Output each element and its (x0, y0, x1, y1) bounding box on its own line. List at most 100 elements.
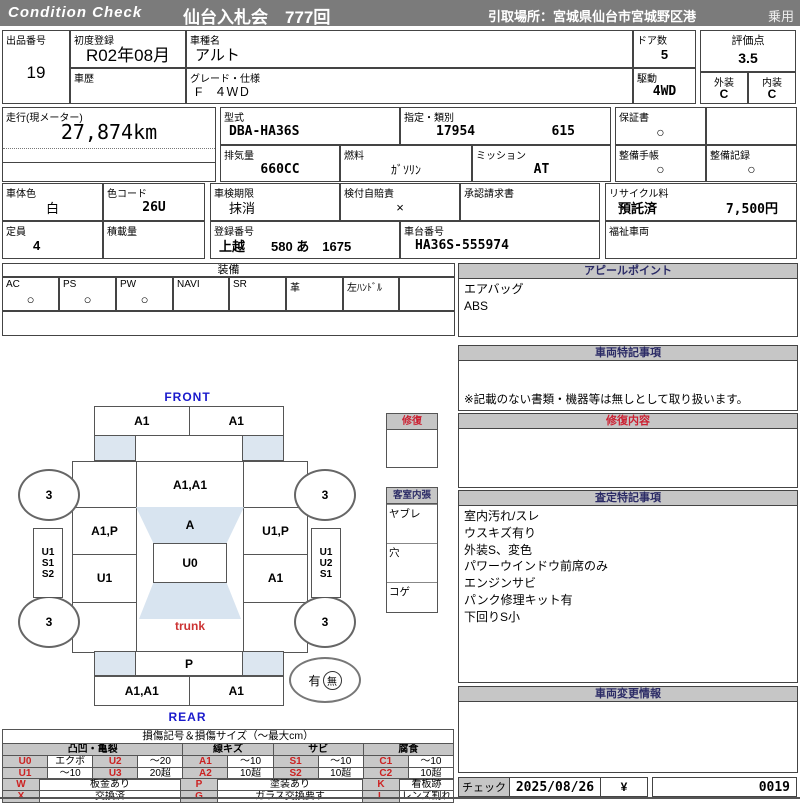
capacity-value: 4 (33, 238, 41, 253)
drive-cell: 駆動 4WD (633, 68, 696, 104)
inspection-cell: 車検期限 抹消 (210, 183, 340, 221)
right-sill-marks: U1 U2 S1 (311, 528, 341, 598)
equipment-navi-value (174, 289, 228, 310)
divider (244, 602, 307, 603)
legend-code: A1 (182, 755, 229, 768)
pickup-location: 引取場所：宮城県仙台市宮城野区港 (488, 9, 697, 24)
legend-desc: 〜10 (227, 755, 274, 768)
divider (73, 602, 136, 603)
appeal-points-text: エアバッグ ABS (464, 282, 524, 313)
assessment-notes-title: 査定特記事項 (459, 491, 797, 506)
cabin-item-burn: コゲ (387, 582, 437, 611)
displacement-value: 660CC (260, 161, 300, 177)
legend-code: U2 (92, 755, 139, 768)
equipment-empty-row (2, 311, 455, 336)
change-info-panel: 車両変更情報 (458, 686, 798, 773)
divider (3, 162, 215, 163)
welfare-vehicle-value (606, 233, 796, 258)
legend-desc: 〜10 (407, 755, 455, 768)
vehicle-category: 乗用 (767, 9, 794, 24)
legend-group-rust: サビ (272, 743, 364, 756)
equipment-ps-cell: PS ○ (59, 277, 116, 311)
check-date: 2025/08/26 (515, 779, 595, 795)
auction-title: 仙台入札会 777回 (183, 8, 331, 27)
check-label: チェック (459, 778, 510, 796)
front-label: FRONT (164, 390, 211, 404)
currency-mark: ¥ (600, 778, 647, 796)
divider (3, 148, 215, 149)
exhibit-number-cell: 出品番号 19 (2, 30, 70, 104)
displacement-cell: 排気量 660CC (220, 145, 340, 182)
vehicle-notes-panel: 車両特記事項 ※記載のない書類・機器等は無しとして取り扱います。 (458, 345, 798, 411)
rear-bumper-right-mark: A1 (228, 684, 244, 698)
legend-code: S1 (272, 755, 319, 768)
drive-value: 4WD (652, 84, 677, 99)
color-code-value: 26U (142, 200, 166, 215)
rear-right-corner-highlight (242, 651, 284, 676)
registration-number-value: 上越 580 あ 1675 (219, 239, 352, 254)
legend-code: K (362, 778, 400, 791)
score-value: 3.5 (738, 49, 758, 66)
repair-flag-title: 修復 (387, 414, 437, 430)
doors-cell: ドア数 5 (633, 30, 696, 68)
model-code-value: DBA-HA36S (229, 124, 300, 139)
equipment-title: 装備 (2, 263, 455, 277)
exterior-grade-cell: 外装 C (700, 72, 748, 104)
legend-code: C1 (362, 755, 409, 768)
type-class-cell: 指定・類別 17954 615 (400, 107, 611, 145)
class-number-value: 615 (551, 124, 575, 139)
equipment-ac-cell: AC ○ (2, 277, 59, 311)
approval-request-cell: 承認請求書 (460, 183, 600, 221)
equipment-leather-cell: 革 (286, 277, 343, 311)
repair-content-text (459, 429, 797, 487)
model-name-cell: 車種名 アルト (186, 30, 633, 68)
equipment-sr-cell: SR (229, 277, 286, 311)
recycle-fee-cell: リサイクル料 預託済 7,500円 (605, 183, 797, 221)
score-cell: 評価点 3.5 (700, 30, 796, 72)
equipment-ps-circle-mark: ○ (83, 292, 92, 307)
history-value (71, 80, 185, 103)
rear-bumper-left-mark: A1,A1 (95, 677, 190, 705)
vehicle-notes-text: ※記載のない書類・機器等は無しとして取り扱います。 (464, 393, 749, 406)
cabin-lining-title: 客室内張 (387, 488, 437, 504)
left-sill-marks: U1 S1 S2 (33, 528, 63, 598)
repair-content-panel: 修復内容 (458, 413, 798, 488)
grade-value: F ４ＷＤ (195, 85, 251, 99)
equipment-leather-value (287, 289, 342, 310)
title-bar: Condition Check 仙台入札会 777回 引取場所：宮城県仙台市宮城… (0, 0, 800, 27)
warranty-circle-mark: ○ (656, 123, 665, 140)
history-cell: 車歴 (70, 68, 186, 104)
capacity-cell: 定員 4 (2, 221, 103, 259)
repair-code-table: W 板金あり P 塗装あり K 看板跡 X 交換済 G ガラス交換要す L レン… (2, 778, 454, 803)
damage-legend-table: 損傷記号＆損傷サイズ（〜最大cm） 凸凹・亀裂 線キズ サビ 腐食 U0 エクボ… (1, 729, 455, 780)
brand-logo: Condition Check (8, 4, 143, 21)
legend-desc: 〜20 (137, 755, 184, 768)
repair-flag-box: 修復 (386, 413, 438, 468)
doors-value: 5 (660, 47, 669, 62)
cabin-item-hole: 穴 (387, 543, 437, 582)
legend-group-dent: 凸凹・亀裂 (1, 743, 184, 756)
warranty-cell: 保証書 ○ (615, 107, 706, 145)
insurance-cell: 検付自賠責 × (340, 183, 460, 221)
registration-number-cell: 登録番号 上越 580 あ 1675 (210, 221, 400, 259)
wheel-front-right: 3 (294, 469, 356, 521)
legend-group-scratch: 線キズ (182, 743, 274, 756)
cabin-lining-box: 客室内張 ヤブレ 穴 コゲ (386, 487, 438, 613)
load-capacity-value (104, 233, 204, 258)
windshield-mark: A (136, 507, 244, 543)
equipment-pw-cell: PW ○ (116, 277, 173, 311)
appeal-points-panel: アピールポイント エアバッグ ABS (458, 263, 798, 337)
mileage-value: 27,874km (60, 120, 158, 144)
fuel-cell: 燃料 ｶﾞｿﾘﾝ (340, 145, 472, 182)
front-left-corner-highlight (94, 435, 136, 461)
model-name-value: アルト (195, 47, 240, 64)
left-fender-mark: A1,P (91, 523, 118, 538)
rear-window (139, 583, 241, 619)
body-color-cell: 車体色 白 (2, 183, 103, 221)
interior-grade-cell: 内装 C (748, 72, 796, 104)
approval-request-value (461, 195, 599, 220)
roof-mark: U0 (153, 543, 227, 583)
spare-yes-label: 有 (308, 673, 321, 688)
left-door-mark: U1 (96, 571, 113, 585)
hood-mark: A1,A1 (172, 477, 207, 492)
